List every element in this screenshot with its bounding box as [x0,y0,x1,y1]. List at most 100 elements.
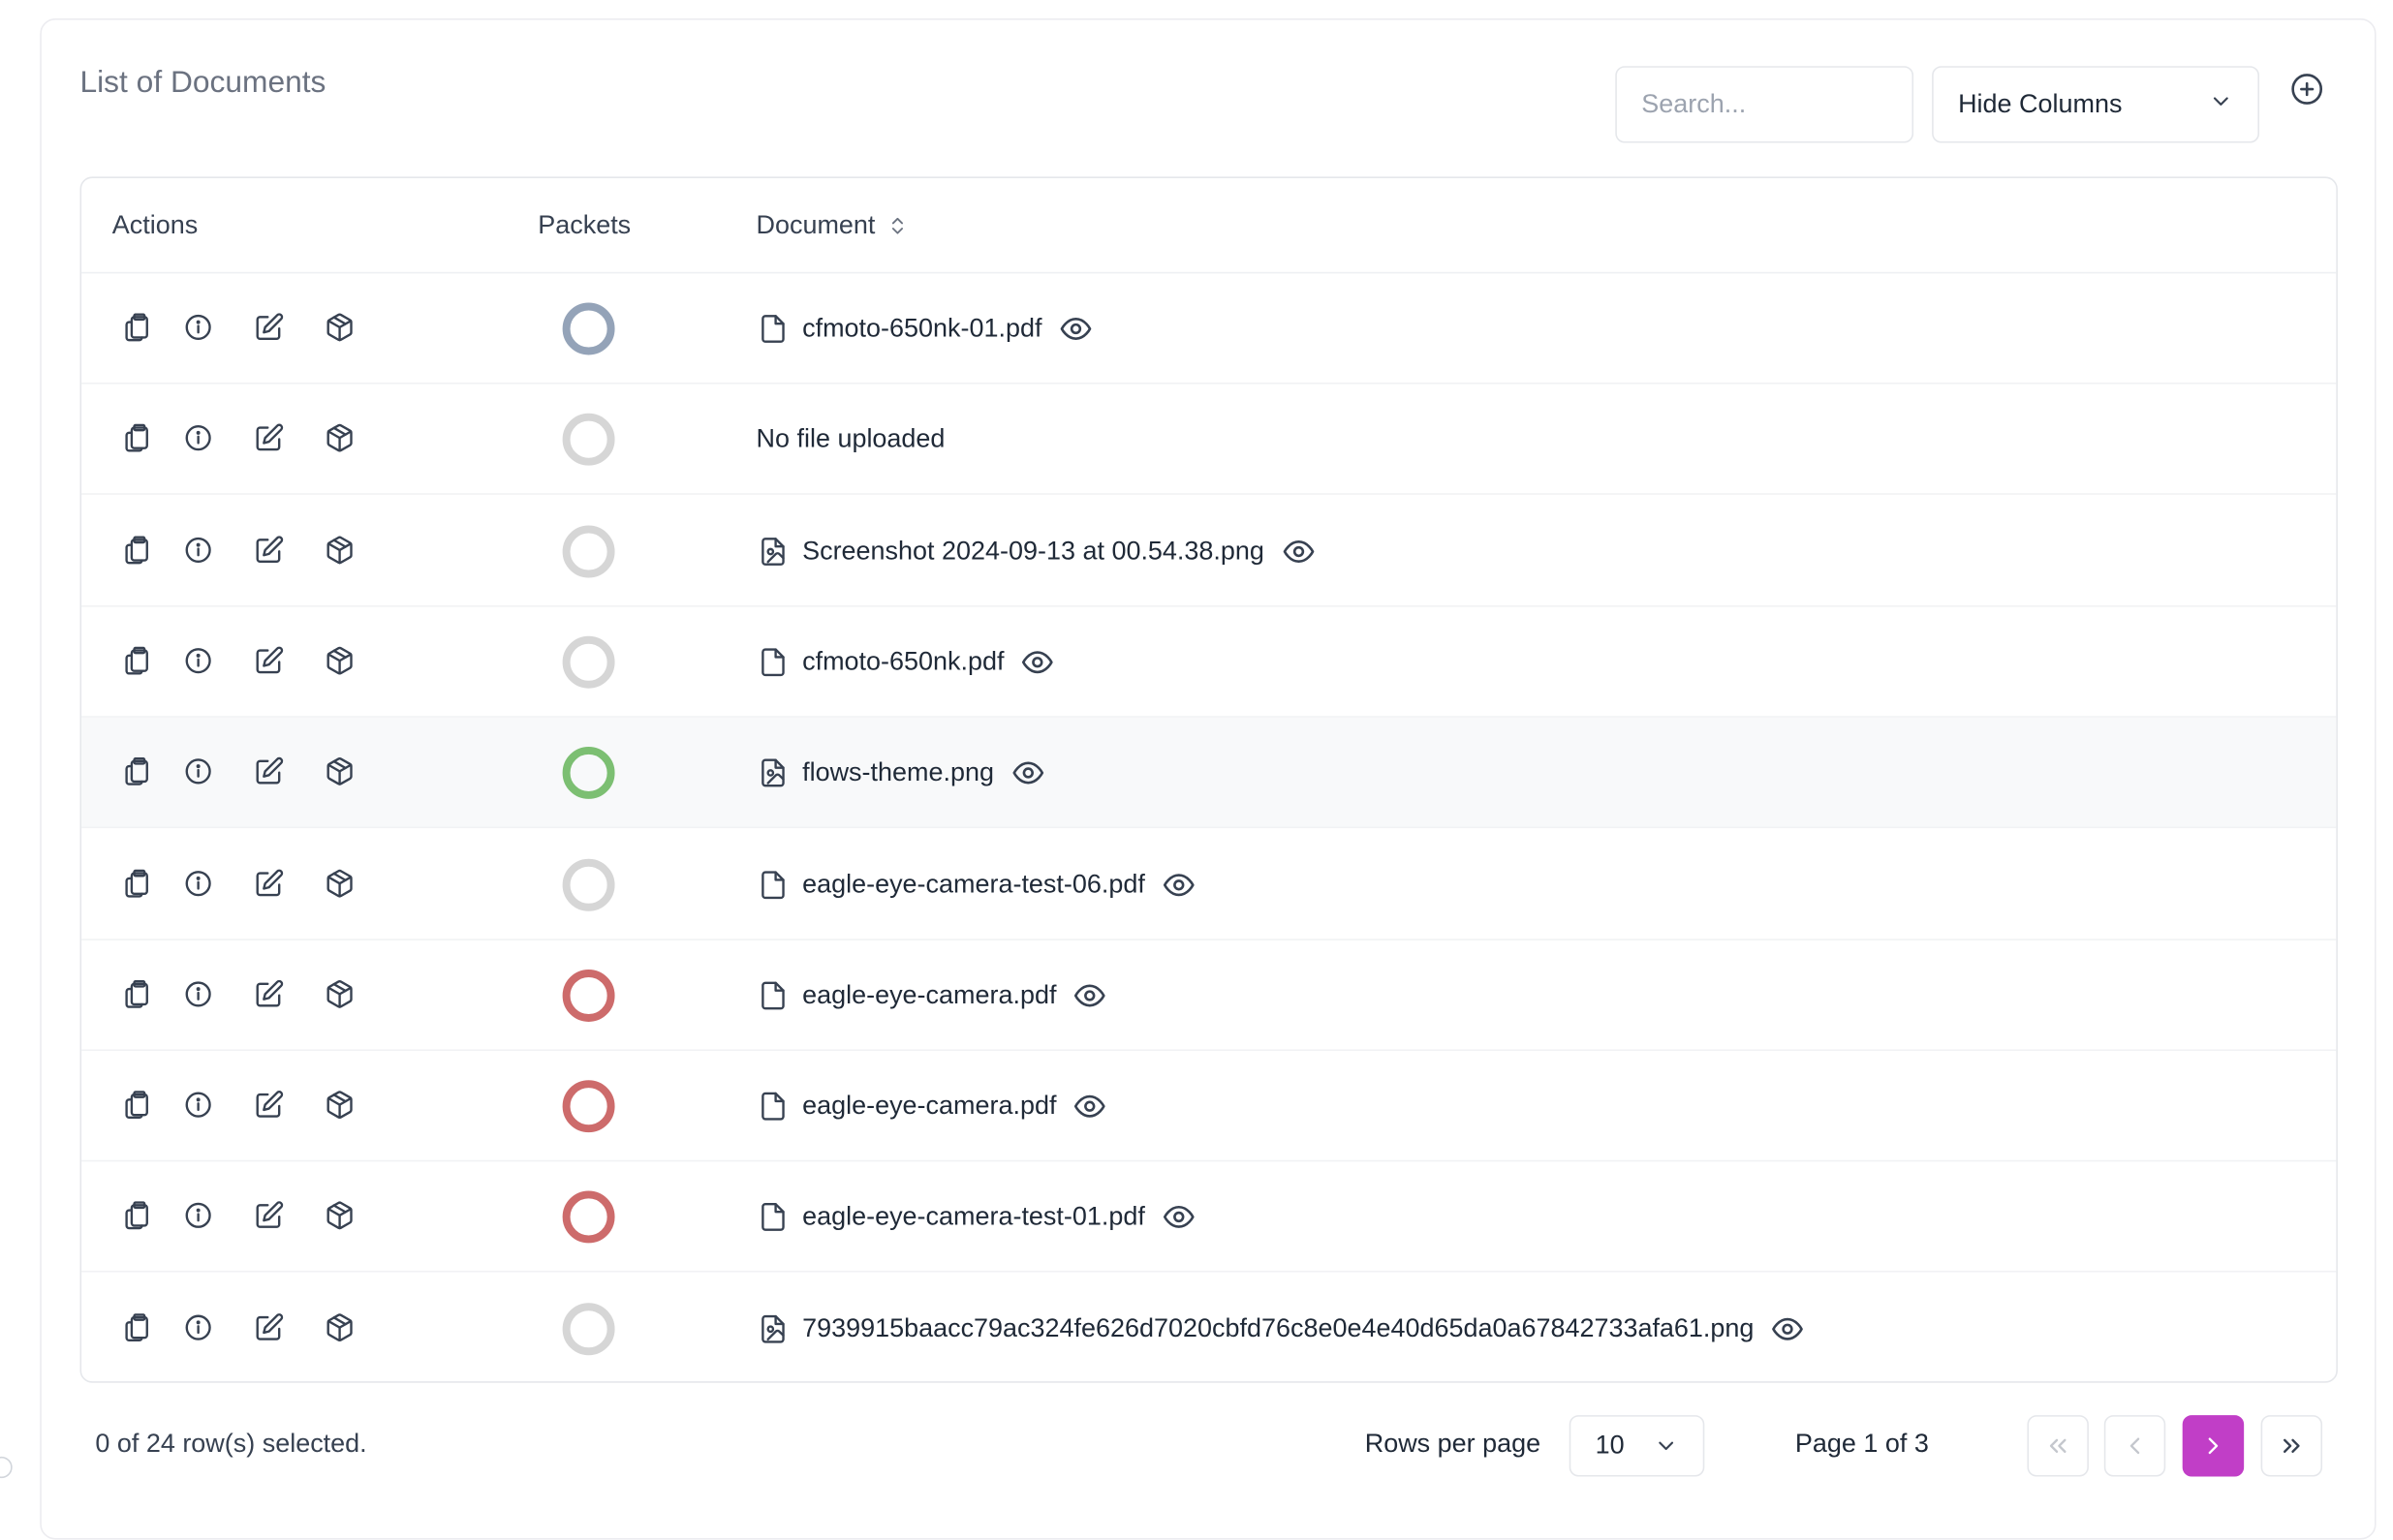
document-cell: 7939915baacc79ac324fe626d7020cbfd76c8e0e… [757,1274,1807,1382]
packet-status-ring [562,858,615,910]
preview-eye-icon[interactable] [1072,1090,1108,1124]
package-icon[interactable] [323,755,357,788]
package-icon[interactable] [323,1310,357,1344]
document-name[interactable]: 7939915baacc79ac324fe626d7020cbfd76c8e0e… [802,1313,1754,1344]
next-page-button[interactable] [2182,1415,2245,1477]
preview-eye-icon[interactable] [1280,534,1317,568]
table-row[interactable]: Screenshot 2024-09-13 at 00.54.38.png [81,496,2337,606]
document-name[interactable]: eagle-eye-camera-test-06.pdf [802,869,1145,900]
document-cell: eagle-eye-camera-test-01.pdf [757,1162,1197,1273]
packet-status-ring [562,969,615,1022]
preview-eye-icon[interactable] [1769,1311,1806,1345]
package-icon[interactable] [323,644,357,678]
info-icon[interactable] [181,421,215,455]
column-header-actions: Actions [111,210,199,240]
add-document-button[interactable] [2288,71,2325,108]
copy-icon[interactable] [120,977,154,1011]
column-header-document-label: Document [756,210,876,240]
image-file-icon [757,1311,791,1345]
info-icon[interactable] [181,755,215,788]
table-row[interactable]: flows-theme.png [81,718,2337,829]
rows-per-page-value: 10 [1595,1430,1625,1461]
copy-icon[interactable] [120,1088,154,1122]
copy-icon[interactable] [120,1310,154,1344]
document-name[interactable]: eagle-eye-camera-test-01.pdf [802,1202,1145,1233]
packet-status-ring [562,302,615,355]
package-icon[interactable] [323,533,357,567]
document-name: No file uploaded [756,424,946,454]
preview-eye-icon[interactable] [1019,645,1056,679]
info-icon[interactable] [181,644,215,678]
preview-eye-icon[interactable] [1010,756,1046,790]
edit-icon[interactable] [252,533,286,567]
preview-eye-icon[interactable] [1072,978,1108,1012]
document-name[interactable]: eagle-eye-camera.pdf [802,1091,1056,1122]
edit-icon[interactable] [252,310,286,344]
package-icon[interactable] [323,1088,357,1122]
document-cell: cfmoto-650nk.pdf [757,606,1057,717]
package-icon[interactable] [323,866,357,900]
previous-page-button[interactable] [2103,1415,2166,1477]
package-icon[interactable] [323,1199,357,1233]
column-header-document[interactable]: Document [757,209,910,243]
document-name[interactable]: cfmoto-650nk.pdf [802,647,1004,678]
edit-icon[interactable] [252,1310,286,1344]
chevrons-right-icon [2283,1438,2300,1453]
image-file-icon [757,756,791,790]
document-name[interactable]: eagle-eye-camera.pdf [802,980,1056,1011]
edit-icon[interactable] [252,644,286,678]
preview-eye-icon[interactable] [1161,1201,1197,1235]
chevron-down-icon [2209,88,2233,120]
first-page-button[interactable] [2027,1415,2089,1477]
package-icon[interactable] [323,310,357,344]
copy-icon[interactable] [120,644,154,678]
packet-status-ring [562,1302,615,1355]
info-icon[interactable] [181,1199,215,1233]
document-cell: eagle-eye-camera.pdf [757,940,1109,1051]
packet-status-ring [562,524,615,577]
copy-icon[interactable] [120,533,154,567]
copy-icon[interactable] [120,1199,154,1233]
copy-icon[interactable] [120,421,154,455]
table-row[interactable]: eagle-eye-camera.pdf [81,1051,2337,1162]
hide-columns-dropdown[interactable]: Hide Columns [1932,66,2260,143]
table-header: Actions Packets Document [81,178,2337,274]
table-row[interactable]: No file uploaded [81,385,2337,496]
chevron-left-icon [2129,1437,2140,1455]
info-icon[interactable] [181,977,215,1011]
document-name[interactable]: Screenshot 2024-09-13 at 00.54.38.png [802,536,1264,567]
file-icon [757,978,791,1012]
edit-icon[interactable] [252,1088,286,1122]
table-row[interactable]: eagle-eye-camera.pdf [81,940,2337,1051]
edit-icon[interactable] [252,1199,286,1233]
edit-icon[interactable] [252,866,286,900]
copy-icon[interactable] [120,755,154,788]
document-name[interactable]: flows-theme.png [802,757,994,788]
document-name[interactable]: cfmoto-650nk-01.pdf [802,314,1041,345]
sidebar-toggle-handle[interactable] [0,1456,13,1479]
package-icon[interactable] [323,421,357,455]
document-cell: No file uploaded [757,385,946,495]
edit-icon[interactable] [252,755,286,788]
preview-eye-icon[interactable] [1161,868,1197,902]
table-row[interactable]: cfmoto-650nk-01.pdf [81,273,2337,385]
table-row[interactable]: eagle-eye-camera-test-06.pdf [81,829,2337,940]
info-icon[interactable] [181,866,215,900]
rows-per-page-select[interactable]: 10 [1569,1415,1705,1477]
info-icon[interactable] [181,1310,215,1344]
table-row[interactable]: 7939915baacc79ac324fe626d7020cbfd76c8e0e… [81,1274,2336,1382]
last-page-button[interactable] [2260,1415,2323,1477]
preview-eye-icon[interactable] [1057,312,1094,346]
info-icon[interactable] [181,310,215,344]
info-icon[interactable] [181,533,215,567]
edit-icon[interactable] [252,421,286,455]
table-row[interactable]: cfmoto-650nk.pdf [81,606,2337,718]
edit-icon[interactable] [252,977,286,1011]
copy-icon[interactable] [120,310,154,344]
search-input[interactable] [1615,66,1914,143]
table-row[interactable]: eagle-eye-camera-test-01.pdf [81,1162,2337,1274]
copy-icon[interactable] [120,866,154,900]
package-icon[interactable] [323,977,357,1011]
info-icon[interactable] [181,1088,215,1122]
document-cell: eagle-eye-camera.pdf [757,1051,1109,1161]
